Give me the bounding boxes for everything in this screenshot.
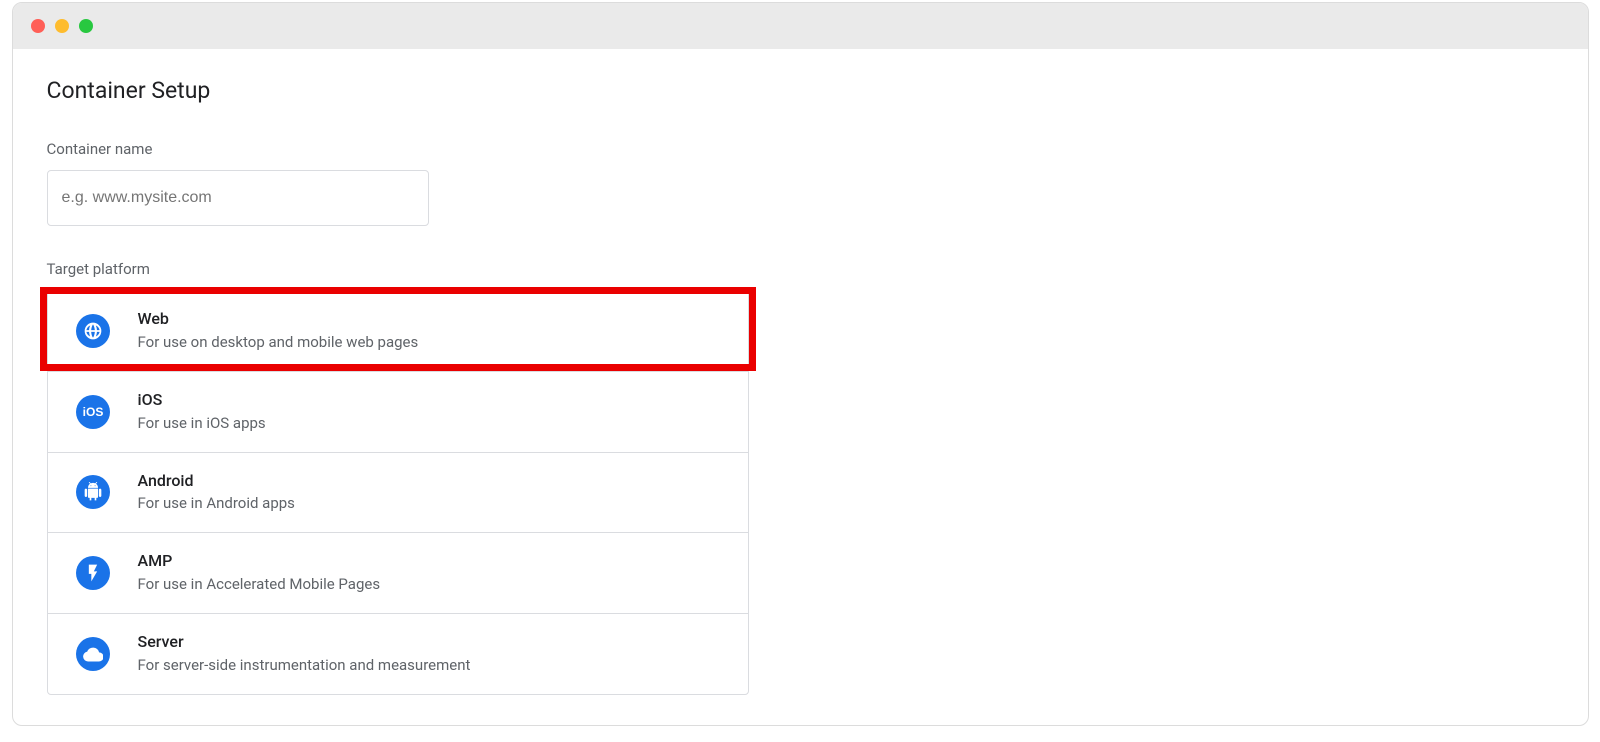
cloud-icon xyxy=(76,637,110,671)
platform-option-server[interactable]: Server For server-side instrumentation a… xyxy=(48,614,748,694)
platform-title: Android xyxy=(138,471,295,492)
window-minimize-button[interactable] xyxy=(55,19,69,33)
svg-text:iOS: iOS xyxy=(82,405,103,419)
page-title: Container Setup xyxy=(47,77,1554,104)
platform-option-ios[interactable]: iOS iOS For use in iOS apps xyxy=(48,372,748,453)
window-zoom-button[interactable] xyxy=(79,19,93,33)
platform-title: Server xyxy=(138,632,471,653)
platform-description: For use in iOS apps xyxy=(138,413,266,434)
window-titlebar xyxy=(13,3,1588,49)
platform-description: For use on desktop and mobile web pages xyxy=(138,332,419,353)
platform-option-web[interactable]: Web For use on desktop and mobile web pa… xyxy=(48,291,748,372)
platform-option-android[interactable]: Android For use in Android apps xyxy=(48,453,748,534)
android-icon xyxy=(76,475,110,509)
target-platform-label: Target platform xyxy=(47,260,1554,278)
bolt-icon xyxy=(76,556,110,590)
platform-title: iOS xyxy=(138,390,266,411)
platform-option-amp[interactable]: AMP For use in Accelerated Mobile Pages xyxy=(48,533,748,614)
content-area: Container Setup Container name Target pl… xyxy=(13,49,1588,723)
container-name-input[interactable] xyxy=(47,170,429,226)
platform-description: For server-side instrumentation and meas… xyxy=(138,655,471,676)
platform-title: Web xyxy=(138,309,419,330)
platform-list: Web For use on desktop and mobile web pa… xyxy=(47,290,749,695)
ios-icon: iOS xyxy=(76,395,110,429)
platform-description: For use in Android apps xyxy=(138,493,295,514)
app-window: Container Setup Container name Target pl… xyxy=(12,2,1589,726)
platform-title: AMP xyxy=(138,551,381,572)
container-name-label: Container name xyxy=(47,140,1554,158)
platform-description: For use in Accelerated Mobile Pages xyxy=(138,574,381,595)
globe-icon xyxy=(76,314,110,348)
window-close-button[interactable] xyxy=(31,19,45,33)
